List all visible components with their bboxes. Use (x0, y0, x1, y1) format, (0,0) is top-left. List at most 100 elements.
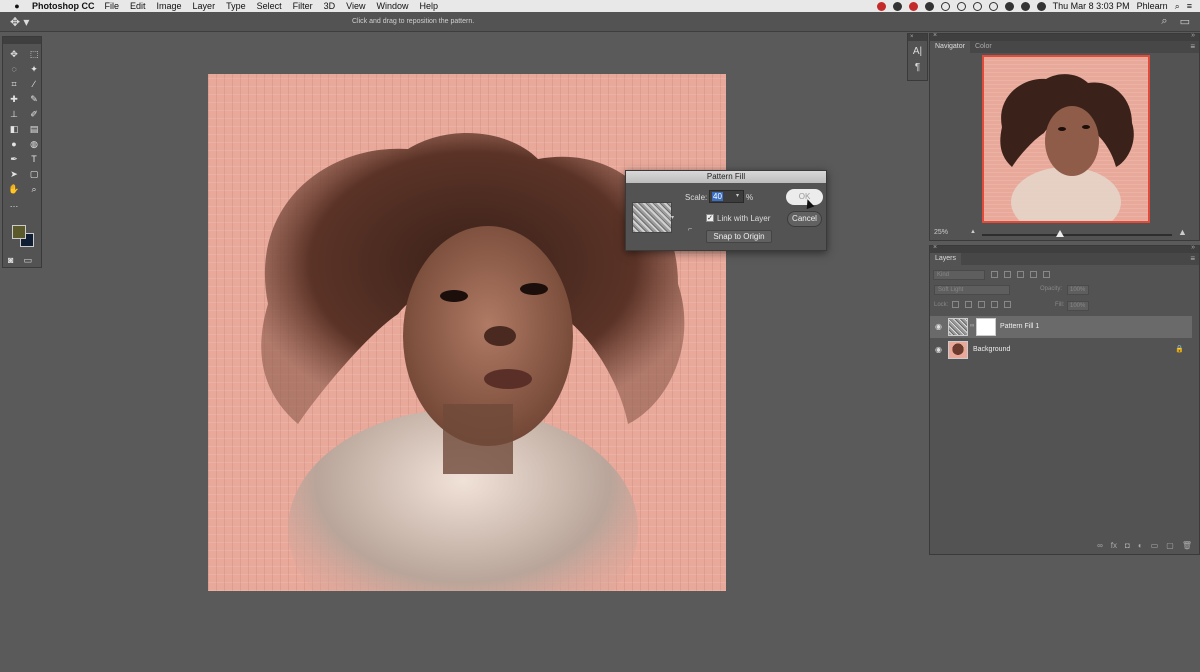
opacity-input[interactable]: 100% (1067, 285, 1089, 295)
new-layer-icon[interactable]: ▢ (1166, 541, 1174, 550)
scale-dropdown-arrow-icon[interactable]: ▾ (736, 192, 739, 199)
sync-icon[interactable] (940, 1, 950, 11)
brush-tool-icon[interactable]: ✎ (26, 93, 42, 106)
dodge-tool-icon[interactable]: ◍ (26, 138, 42, 151)
zoom-in-icon[interactable]: ▲ (1178, 227, 1187, 237)
workspace-icon[interactable]: ▭ (1180, 15, 1190, 28)
pen-tool-icon[interactable]: ✒ (6, 153, 22, 166)
user-menu[interactable]: Phlearn (1137, 1, 1168, 11)
filter-kind-select[interactable]: Kind (933, 269, 985, 280)
lock-all-icon[interactable] (1004, 301, 1011, 308)
spotlight-icon[interactable]: ⌕ (1175, 1, 1180, 12)
dock-close-icon[interactable]: × (908, 34, 927, 41)
app-menu[interactable]: Photoshop CC (32, 1, 95, 11)
blend-mode-select[interactable]: Soft Light (934, 285, 1010, 295)
move-tool-icon[interactable]: ✥ (6, 48, 22, 61)
menu-image[interactable]: Image (157, 1, 182, 11)
link-with-layer-label[interactable]: Link with Layer (717, 214, 770, 223)
foreground-color-swatch[interactable] (12, 225, 26, 239)
time-machine-icon[interactable] (956, 1, 966, 11)
lock-position-icon[interactable] (978, 301, 985, 308)
layer-row-pattern-fill[interactable]: ◉ ∞ Pattern Fill 1 (930, 316, 1192, 338)
panel-close-icon[interactable]: × (933, 32, 937, 39)
collapse-icon[interactable]: » (1191, 244, 1195, 251)
status-app-icon-2[interactable] (908, 1, 918, 11)
layer-row-background[interactable]: ◉ Background 🔒 (930, 339, 1192, 361)
magic-wand-icon[interactable]: ✦ (26, 63, 42, 76)
creative-cloud-icon[interactable] (892, 1, 902, 11)
history-brush-icon[interactable]: ✐ (26, 108, 42, 121)
visibility-eye-icon[interactable]: ◉ (935, 345, 942, 354)
zoom-slider-track[interactable] (982, 234, 1172, 236)
screen-mode-icon[interactable]: ▭ (23, 255, 32, 266)
layer-name[interactable]: Pattern Fill 1 (1000, 323, 1039, 330)
zoom-slider-handle[interactable] (1056, 230, 1064, 237)
battery-icon[interactable] (1020, 1, 1030, 11)
link-with-layer-checkbox[interactable]: ✓ (706, 214, 714, 222)
link-layers-icon[interactable]: ∞ (1097, 541, 1103, 550)
filter-adjustment-icon[interactable] (1004, 271, 1011, 278)
wifi-icon[interactable] (988, 1, 998, 11)
cancel-button[interactable]: Cancel (787, 211, 822, 227)
tab-layers[interactable]: Layers (930, 253, 962, 265)
character-panel-icon[interactable]: A| (908, 46, 927, 57)
menu-filter[interactable]: Filter (293, 1, 313, 11)
filter-shape-icon[interactable] (1030, 271, 1037, 278)
menu-type[interactable]: Type (226, 1, 246, 11)
marquee-tool-icon[interactable]: ⬚ (26, 48, 42, 61)
document-canvas[interactable] (208, 74, 726, 591)
eraser-icon[interactable]: ◧ (6, 123, 22, 136)
filter-smart-object-icon[interactable] (1043, 271, 1050, 278)
paragraph-panel-icon[interactable]: ¶ (908, 62, 927, 73)
panel-menu-icon[interactable]: ≡ (1190, 253, 1195, 265)
lasso-tool-icon[interactable]: ◌ (6, 63, 22, 76)
new-adjustment-icon[interactable]: ◐ (1138, 541, 1143, 550)
visibility-eye-icon[interactable]: ◉ (935, 322, 942, 331)
filter-pixel-icon[interactable] (991, 271, 998, 278)
panel-menu-icon[interactable]: ≡ (1190, 41, 1195, 53)
snap-to-origin-button[interactable]: Snap to Origin (706, 230, 772, 243)
pattern-layer-thumbnail[interactable] (948, 318, 968, 336)
type-tool-icon[interactable]: T (26, 153, 42, 166)
status-app-icon[interactable] (876, 1, 886, 11)
volume-icon[interactable] (1004, 1, 1014, 11)
apple-icon[interactable]: ● (10, 1, 24, 11)
tab-color[interactable]: Color (970, 41, 997, 53)
healing-brush-icon[interactable]: ✚ (6, 93, 22, 106)
menu-3d[interactable]: 3D (324, 1, 336, 11)
gradient-icon[interactable]: ▤ (26, 123, 42, 136)
path-select-icon[interactable]: ➤ (6, 168, 22, 181)
menu-help[interactable]: Help (419, 1, 438, 11)
blur-tool-icon[interactable]: ● (6, 138, 22, 151)
clock[interactable]: Thu Mar 8 3:03 PM (1053, 1, 1130, 11)
hand-tool-icon[interactable]: ✋ (6, 183, 22, 196)
move-tool-preset-icon[interactable]: ✥ ▾ (10, 15, 34, 29)
more-tools-icon[interactable]: … (6, 198, 22, 211)
collapse-icon[interactable]: » (1191, 32, 1195, 39)
flag-icon[interactable] (1036, 1, 1046, 11)
zoom-out-icon[interactable]: ▲ (970, 229, 976, 235)
create-preset-icon[interactable]: ⌐ (688, 226, 692, 233)
lock-transparent-icon[interactable] (952, 301, 959, 308)
search-icon[interactable]: ⌕ (1161, 15, 1167, 28)
lock-pixels-icon[interactable] (965, 301, 972, 308)
new-group-icon[interactable]: ▭ (1151, 541, 1159, 550)
layer-mask-thumbnail[interactable] (976, 318, 996, 336)
menu-edit[interactable]: Edit (130, 1, 146, 11)
layer-name[interactable]: Background (973, 346, 1010, 353)
quick-mask-icon[interactable]: ◙ (8, 255, 13, 266)
menu-view[interactable]: View (346, 1, 365, 11)
notification-center-icon[interactable]: ≡ (1187, 1, 1192, 11)
zoom-tool-icon[interactable]: ⌕ (26, 183, 42, 196)
tab-navigator[interactable]: Navigator (930, 41, 970, 53)
menu-window[interactable]: Window (376, 1, 408, 11)
fill-input[interactable]: 100% (1067, 301, 1089, 311)
dialog-title[interactable]: Pattern Fill (626, 171, 826, 183)
crop-tool-icon[interactable]: ⌗ (6, 78, 22, 91)
pattern-picker-arrow-icon[interactable]: ▾ (671, 214, 674, 221)
eyedropper-icon[interactable]: ∕ (26, 78, 42, 91)
mask-link-icon[interactable]: ∞ (970, 323, 974, 329)
menu-select[interactable]: Select (257, 1, 282, 11)
zoom-level[interactable]: 25% (934, 229, 948, 236)
filter-type-icon[interactable] (1017, 271, 1024, 278)
